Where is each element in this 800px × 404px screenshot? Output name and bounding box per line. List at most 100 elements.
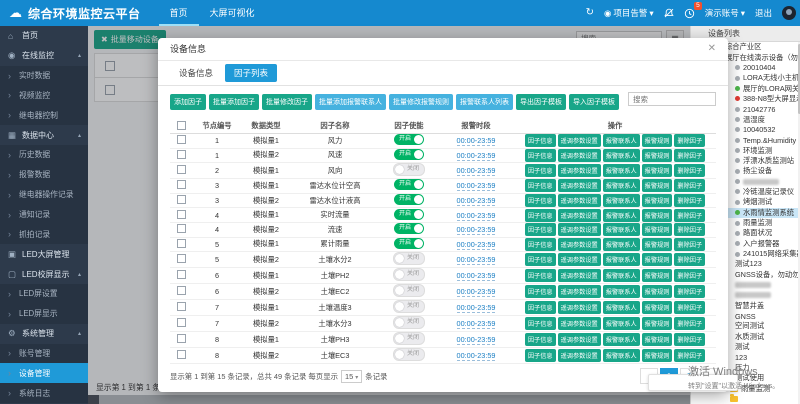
sidebar-item-LED校屏显示[interactable]: ▢ LED校屏显示 ▴: [0, 264, 88, 284]
factor-enable-toggle[interactable]: 关闭: [393, 332, 425, 346]
action-因子信息[interactable]: 因子信息: [524, 194, 556, 207]
action-报警规则[interactable]: 报警规则: [641, 179, 673, 193]
factor-enable-toggle[interactable]: 开启: [394, 223, 424, 235]
alarm-period-link[interactable]: 00:00-23:59: [456, 166, 496, 177]
row-checkbox[interactable]: [176, 286, 186, 296]
action-报警联系人[interactable]: 报警联系人: [602, 194, 640, 207]
action-报警联系人[interactable]: 报警联系人: [602, 237, 640, 251]
factor-enable-toggle[interactable]: 开启: [394, 148, 424, 160]
alarm-period-link[interactable]: 00:00-23:59: [456, 271, 496, 282]
action-因子信息[interactable]: 因子信息: [524, 301, 556, 315]
toolbar-button-导入因子模板[interactable]: 导入因子模板: [569, 94, 619, 110]
action-遥调参数设置[interactable]: 遥调参数设置: [557, 269, 601, 283]
row-checkbox[interactable]: [176, 180, 186, 190]
factor-enable-toggle[interactable]: 开启: [394, 194, 424, 206]
sidebar-item-继电器控制[interactable]: › 继电器控制: [0, 105, 88, 126]
action-报警规则[interactable]: 报警规则: [641, 333, 673, 347]
action-因子信息[interactable]: 因子信息: [524, 148, 556, 162]
alarm-period-link[interactable]: 00:00-23:59: [456, 210, 496, 221]
factor-enable-toggle[interactable]: 开启: [394, 208, 424, 220]
nav-tab-home[interactable]: 首页: [159, 0, 199, 26]
action-报警规则[interactable]: 报警规则: [641, 349, 673, 363]
action-报警联系人[interactable]: 报警联系人: [602, 148, 640, 162]
factor-enable-toggle[interactable]: 开启: [394, 237, 424, 249]
alarm-period-link[interactable]: 00:00-23:59: [456, 136, 496, 147]
row-checkbox[interactable]: [176, 334, 186, 344]
sidebar-item-视频监控[interactable]: › 视频监控: [0, 85, 88, 106]
action-删除因子[interactable]: 删除因子: [674, 333, 706, 347]
sidebar-item-数据中心[interactable]: ▦ 数据中心 ▴: [0, 125, 88, 145]
action-因子信息[interactable]: 因子信息: [524, 208, 556, 222]
action-删除因子[interactable]: 删除因子: [674, 148, 706, 162]
row-checkbox[interactable]: [176, 224, 186, 234]
factor-enable-toggle[interactable]: 关闭: [393, 316, 425, 330]
action-因子信息[interactable]: 因子信息: [524, 253, 556, 267]
action-报警规则[interactable]: 报警规则: [641, 301, 673, 315]
toolbar-button-批量修改报警规则[interactable]: 批量修改报警规则: [389, 94, 453, 110]
action-报警联系人[interactable]: 报警联系人: [602, 269, 640, 283]
sidebar-item-设备管理[interactable]: › 设备管理: [0, 363, 88, 384]
action-因子信息[interactable]: 因子信息: [524, 317, 556, 331]
action-删除因子[interactable]: 删除因子: [674, 179, 706, 193]
tab-device-info[interactable]: 设备信息: [170, 64, 222, 82]
action-遥调参数设置[interactable]: 遥调参数设置: [557, 223, 601, 237]
factor-search-input[interactable]: [628, 92, 716, 106]
action-遥调参数设置[interactable]: 遥调参数设置: [557, 349, 601, 363]
action-报警规则[interactable]: 报警规则: [641, 164, 673, 178]
action-删除因子[interactable]: 删除因子: [674, 301, 706, 315]
avatar[interactable]: [782, 6, 796, 20]
sidebar-item-在线监控[interactable]: ◉ 在线监控 ▴: [0, 46, 88, 66]
action-因子信息[interactable]: 因子信息: [524, 349, 556, 363]
action-因子信息[interactable]: 因子信息: [524, 285, 556, 299]
action-因子信息[interactable]: 因子信息: [524, 179, 556, 193]
action-遥调参数设置[interactable]: 遥调参数设置: [557, 317, 601, 331]
action-报警联系人[interactable]: 报警联系人: [602, 223, 640, 237]
action-删除因子[interactable]: 删除因子: [674, 223, 706, 237]
action-因子信息[interactable]: 因子信息: [524, 223, 556, 237]
action-删除因子[interactable]: 删除因子: [674, 208, 706, 222]
row-checkbox[interactable]: [176, 270, 186, 280]
sidebar-item-抓拍记录[interactable]: › 抓拍记录: [0, 224, 88, 245]
sidebar-item-系统日志[interactable]: › 系统日志: [0, 383, 88, 404]
action-遥调参数设置[interactable]: 遥调参数设置: [557, 285, 601, 299]
row-checkbox[interactable]: [176, 135, 186, 145]
alarm-period-link[interactable]: 00:00-23:59: [456, 335, 496, 346]
action-遥调参数设置[interactable]: 遥调参数设置: [557, 164, 601, 178]
action-报警规则[interactable]: 报警规则: [641, 223, 673, 237]
factor-enable-toggle[interactable]: 关闭: [393, 163, 425, 177]
alarm-period-link[interactable]: 00:00-23:59: [456, 303, 496, 314]
row-checkbox[interactable]: [176, 302, 186, 312]
action-报警联系人[interactable]: 报警联系人: [602, 285, 640, 299]
alarm-period-link[interactable]: 00:00-23:59: [456, 225, 496, 236]
action-删除因子[interactable]: 删除因子: [674, 164, 706, 178]
action-遥调参数设置[interactable]: 遥调参数设置: [557, 237, 601, 251]
sidebar-item-通知记录[interactable]: › 通知记录: [0, 204, 88, 225]
action-报警规则[interactable]: 报警规则: [641, 134, 673, 148]
factor-enable-toggle[interactable]: 关闭: [393, 268, 425, 282]
action-删除因子[interactable]: 删除因子: [674, 269, 706, 283]
action-报警规则[interactable]: 报警规则: [641, 194, 673, 207]
factor-enable-toggle[interactable]: 关闭: [393, 284, 425, 298]
account-menu[interactable]: 演示账号 ▾: [705, 7, 745, 19]
action-报警规则[interactable]: 报警规则: [641, 208, 673, 222]
project-alarm-menu[interactable]: ◉ 项目告警 ▾: [604, 7, 654, 19]
sidebar-item-账号管理[interactable]: › 账号管理: [0, 343, 88, 364]
tab-factor-list[interactable]: 因子列表: [225, 64, 278, 82]
close-icon[interactable]: ✕: [708, 38, 716, 60]
action-报警规则[interactable]: 报警规则: [641, 253, 673, 267]
action-报警规则[interactable]: 报警规则: [641, 285, 673, 299]
row-checkbox[interactable]: [176, 149, 186, 159]
action-删除因子[interactable]: 删除因子: [674, 317, 706, 331]
alarm-period-link[interactable]: 00:00-23:59: [456, 196, 496, 207]
action-因子信息[interactable]: 因子信息: [524, 164, 556, 178]
action-报警联系人[interactable]: 报警联系人: [602, 208, 640, 222]
action-删除因子[interactable]: 删除因子: [674, 237, 706, 251]
nav-tab-bigscreen[interactable]: 大屏可视化: [199, 0, 266, 26]
row-checkbox[interactable]: [176, 165, 186, 175]
bell-muted-icon[interactable]: [664, 8, 674, 18]
action-报警联系人[interactable]: 报警联系人: [602, 333, 640, 347]
action-报警联系人[interactable]: 报警联系人: [602, 164, 640, 178]
action-报警联系人[interactable]: 报警联系人: [602, 349, 640, 363]
action-报警联系人[interactable]: 报警联系人: [602, 179, 640, 193]
action-因子信息[interactable]: 因子信息: [524, 134, 556, 148]
